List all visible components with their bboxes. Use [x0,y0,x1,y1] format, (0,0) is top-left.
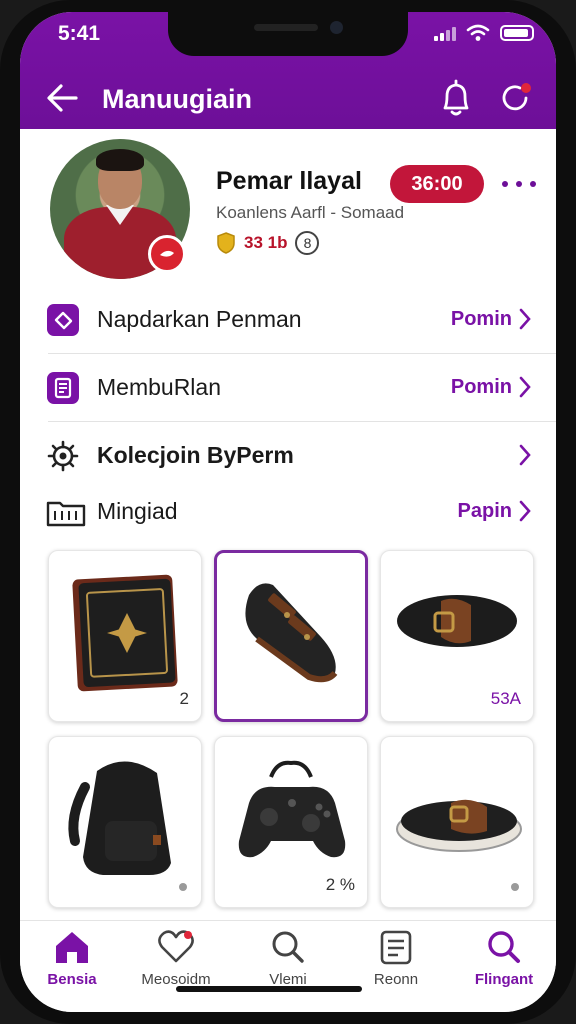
product-tile-bag[interactable]: 2 [48,550,202,722]
nav-label: Bensia [47,971,97,988]
back-button[interactable] [42,78,82,118]
chevron-right-icon [519,308,531,330]
menu-item-napdarkan[interactable]: Napdarkan Penman Pomin [20,286,556,354]
menu-label: Mingiad [97,498,178,524]
product-tile-slide[interactable]: 53A [380,550,534,722]
menu-item-membu[interactable]: MembuRlan Pomin [20,354,556,422]
profile-subtitle: Koanlens Aarfl - Somaad [216,203,405,222]
tag-icon [47,304,79,336]
calendar-icon [380,930,412,965]
product-tile-boot[interactable] [214,550,368,722]
page-title: Manuugiain [102,84,252,114]
folder-icon [46,501,86,527]
heart-icon [158,930,194,963]
menu-label: MembuRlan [97,374,221,400]
tile-label: 2 % [325,875,355,894]
shield-icon [217,232,235,254]
backpack-icon [68,761,171,875]
dot-icon [516,181,522,187]
menu-link[interactable]: Pomin [451,376,512,399]
screen: 5:41 Manuugiain Pemar llayal Koanlens Aa… [20,12,556,1012]
profile-name: Pemar llayal [216,167,362,195]
gear-icon [47,440,79,472]
wifi-icon [466,24,490,41]
tile-dot-icon [511,883,519,891]
product-tile-backpack[interactable] [48,736,202,908]
status-time: 5:41 [58,22,101,45]
home-indicator [176,986,362,992]
nav-label: Reonn [373,971,419,988]
tile-label: 2 [179,689,189,708]
nav-item-calendar[interactable]: Reonn [348,929,444,999]
notifications-button[interactable] [436,76,476,120]
dot-icon [530,181,536,187]
bottom-nav: Bensia Meosoidm Vlemi Reonn Flingant [20,920,556,1012]
search-icon [272,931,304,963]
document-icon [47,372,79,404]
menu-link[interactable]: Papin [458,500,512,523]
boot-icon [245,583,338,683]
menu-link[interactable]: Pomin [451,308,512,331]
count-badge: 8 [295,231,320,255]
tile-label: 53A [490,689,521,708]
battery-icon [500,25,534,41]
profile-card: Pemar llayal Koanlens Aarfl - Somaad 33 … [20,129,556,289]
status-icons [434,24,534,42]
phone-frame: 5:41 Manuugiain Pemar llayal Koanlens Aa… [0,0,576,1024]
dot-icon [502,181,508,187]
refresh-button[interactable] [496,76,536,120]
menu-item-mingiad[interactable]: Mingiad Papin [20,478,556,546]
chevron-right-icon [519,500,531,522]
back-arrow-icon [47,84,78,112]
sandal-icon [396,799,522,852]
nav-item-explore[interactable]: Flingant [456,929,552,999]
chevron-right-icon [519,444,531,466]
product-tile-controller[interactable]: 2 % [214,736,368,908]
avatar-status-icon [148,235,186,273]
chevron-right-icon [519,376,531,398]
bell-icon [443,79,469,116]
nav-label: Flingant [474,971,534,988]
menu-label: Kolecjoin ByPerm [97,442,294,468]
refresh-icon [502,83,531,111]
rating-value: 33 1b [244,233,288,252]
price-badge[interactable]: 36:00 [390,165,484,203]
menu-label: Napdarkan Penman [97,306,302,332]
more-options-button[interactable] [502,169,536,199]
rating-row: 33 1b 8 [216,231,320,255]
home-icon [56,932,88,963]
app-bar: Manuugiain [20,68,556,128]
product-tile-sandal[interactable] [380,736,534,908]
search-active-icon [488,931,520,963]
signal-icon [434,25,456,41]
tile-dot-icon [179,883,187,891]
nav-item-home[interactable]: Bensia [24,929,120,999]
notch [168,12,408,56]
